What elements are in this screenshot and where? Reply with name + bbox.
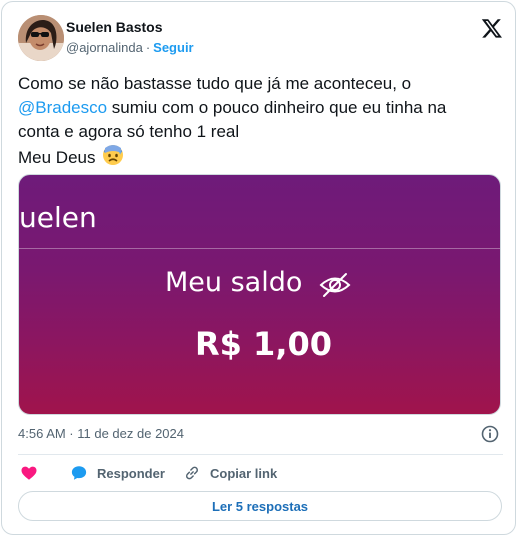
media-divider: [19, 248, 500, 249]
balance-value: R$ 1,00: [195, 325, 332, 363]
tweet-text-line-4: Meu Deus: [18, 144, 508, 173]
author-name[interactable]: Suelen Bastos: [66, 19, 162, 35]
tweet-embed-card: Suelen Bastos @ajornalinda · Seguir Como s…: [1, 1, 516, 535]
avatar[interactable]: [18, 15, 64, 61]
balance-label: Meu saldo: [165, 267, 303, 298]
anxious-face-emoji-icon: [102, 144, 124, 173]
tweet-text: Como se não bastasse tudo que já me acon…: [18, 72, 508, 173]
separator-dot: ·: [145, 40, 151, 55]
tweet-text-line-2-rest: sumiu com o pouco dinheiro que eu tinha …: [107, 98, 447, 117]
read-replies-button[interactable]: Ler 5 respostas: [18, 491, 502, 521]
mention-link[interactable]: @Bradesco: [18, 98, 107, 117]
copy-link-button[interactable]: Copiar link: [183, 463, 277, 483]
heart-icon: [21, 466, 37, 480]
link-icon: [185, 466, 199, 480]
tweet-header: Suelen Bastos @ajornalinda · Seguir: [18, 15, 503, 63]
eye-off-icon: [319, 271, 351, 299]
reply-bubble-icon: [71, 466, 87, 480]
reply-label: Responder: [97, 465, 165, 481]
follow-button[interactable]: Seguir: [153, 40, 193, 55]
tweet-text-line-4-text: Meu Deus: [18, 148, 96, 167]
tweet-timestamp[interactable]: 4:56 AM · 11 de dez de 2024: [18, 426, 184, 441]
author-handle-row: @ajornalinda · Seguir: [66, 40, 194, 55]
like-button[interactable]: [20, 463, 38, 483]
info-icon[interactable]: [481, 425, 499, 443]
reply-button[interactable]: Responder: [70, 463, 165, 483]
tweet-text-line-3: conta e agora só tenho 1 real: [18, 122, 240, 141]
author-handle[interactable]: @ajornalinda: [66, 40, 143, 55]
tweet-actions: Responder Copiar link: [18, 463, 503, 483]
divider: [18, 454, 503, 455]
tweet-text-line-1: Como se não bastasse tudo que já me acon…: [18, 74, 412, 93]
copy-link-label: Copiar link: [210, 465, 278, 481]
tweet-text-line-2: @Bradesco sumiu com o pouco dinheiro que…: [18, 96, 508, 120]
media-name-fragment: uelen: [19, 201, 97, 234]
tweet-media-image[interactable]: uelen Meu saldo R$ 1,00: [18, 174, 501, 415]
x-logo-icon[interactable]: [481, 17, 503, 39]
